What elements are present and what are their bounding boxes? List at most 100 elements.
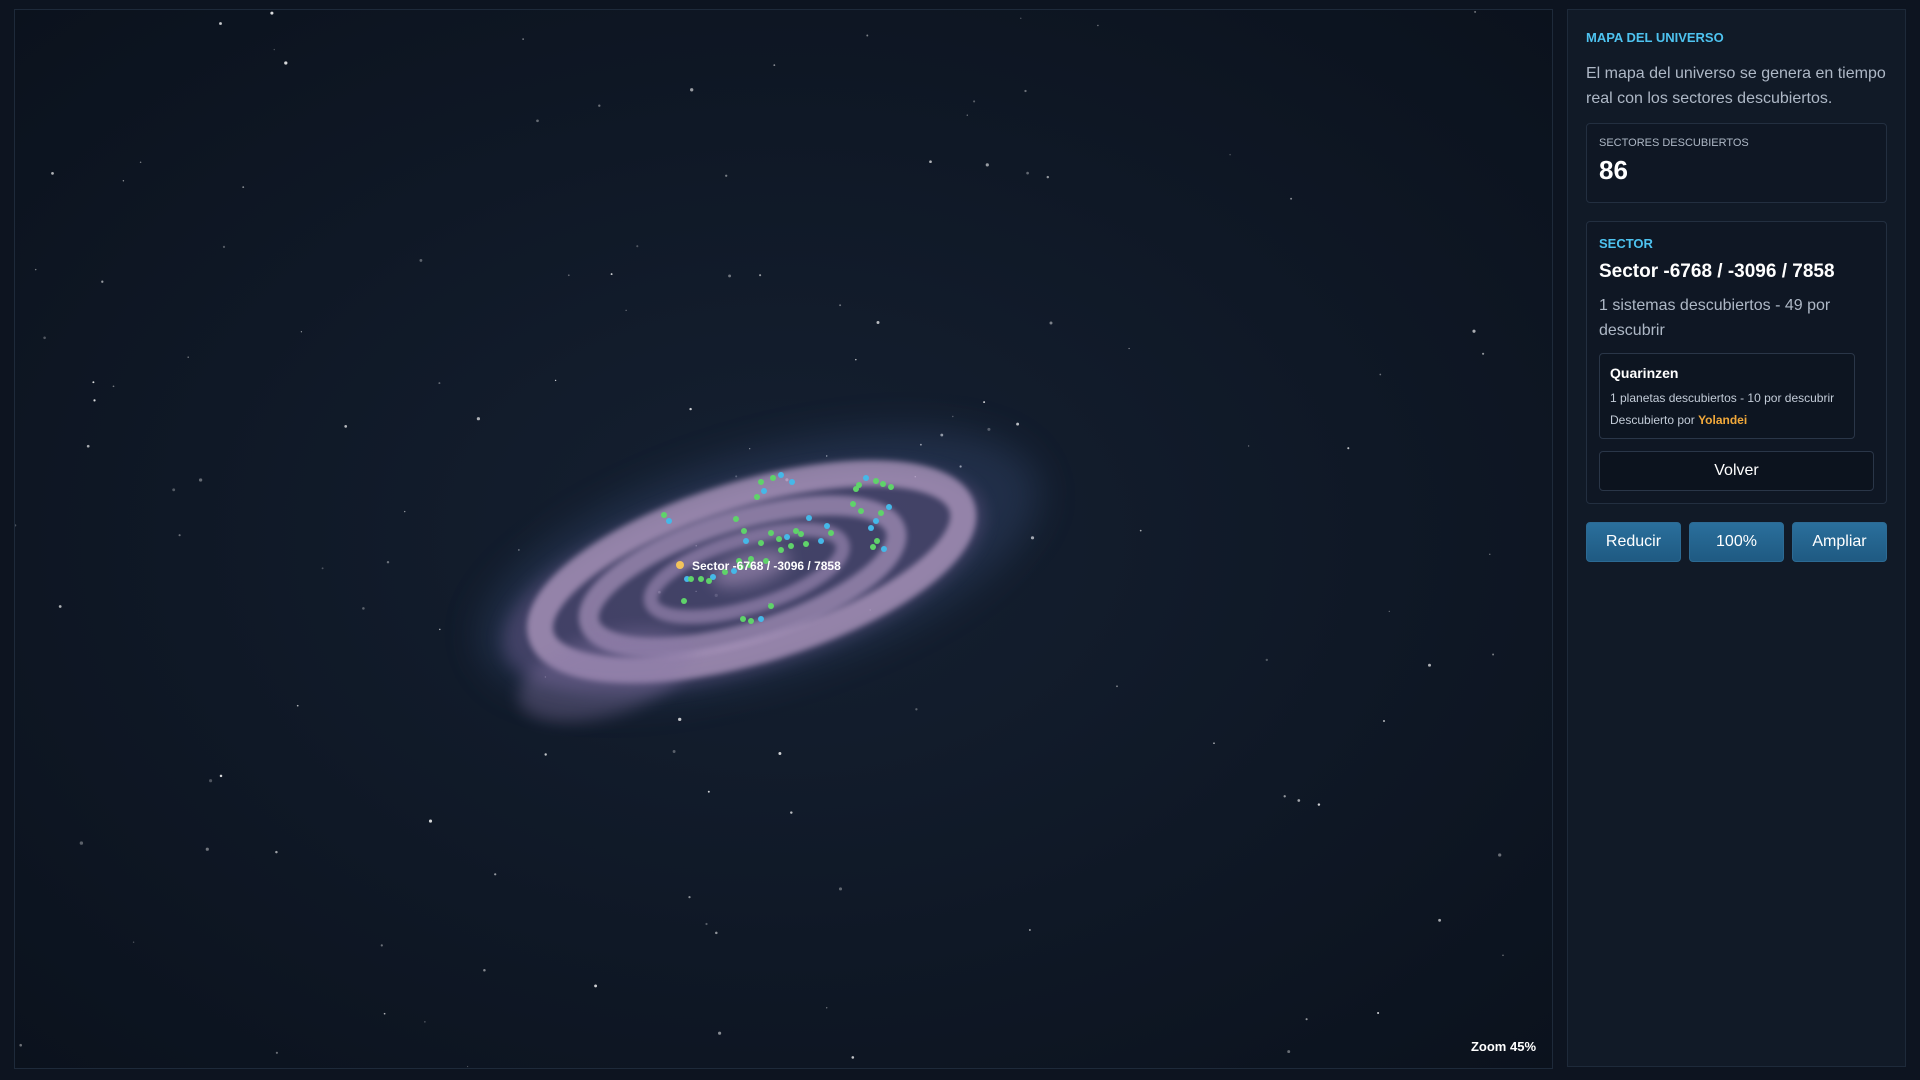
discoverer-name[interactable]: Yolandei: [1698, 413, 1747, 427]
star-system-dot[interactable]: [741, 528, 747, 534]
star-system-dot[interactable]: [788, 543, 794, 549]
selected-sector-marker[interactable]: Sector -6768 / -3096 / 7858: [676, 559, 841, 573]
star: [1472, 329, 1476, 333]
zoom-indicator: Zoom 45%: [1470, 1039, 1536, 1054]
zoom-out-button[interactable]: Reducir: [1586, 522, 1681, 562]
star: [1492, 653, 1495, 656]
star-system-dot[interactable]: [824, 523, 830, 529]
star: [826, 1007, 828, 1009]
star-system-dot[interactable]: [681, 598, 687, 604]
star-system-dot[interactable]: [870, 544, 876, 550]
star-system-dot[interactable]: [881, 546, 887, 552]
star: [610, 273, 613, 276]
sector-tag: SECTOR: [1599, 236, 1653, 251]
star: [242, 186, 245, 189]
star-system-dot[interactable]: [853, 486, 859, 492]
back-button[interactable]: Volver: [1599, 451, 1874, 491]
star-system-dot[interactable]: [874, 538, 880, 544]
star-system-dot[interactable]: [706, 578, 712, 584]
selected-sector-dot[interactable]: [676, 561, 684, 569]
star: [1287, 1050, 1291, 1054]
universe-map[interactable]: Sector -6768 / -3096 / 7858 Zoom 45%: [14, 9, 1553, 1069]
star: [209, 779, 213, 783]
star-system-dot[interactable]: [868, 525, 874, 531]
star-system-dot[interactable]: [789, 479, 795, 485]
star-system-dot[interactable]: [768, 603, 774, 609]
star-system-dot[interactable]: [758, 540, 764, 546]
star: [688, 896, 691, 899]
star: [275, 850, 278, 854]
star: [1297, 799, 1301, 802]
star-system-dot[interactable]: [768, 530, 774, 536]
star-system-dot[interactable]: [666, 518, 672, 524]
star: [790, 811, 793, 814]
star: [987, 427, 991, 431]
star-system-dot[interactable]: [743, 538, 749, 544]
star-system-dot[interactable]: [761, 488, 767, 494]
star-system-dot[interactable]: [758, 479, 764, 485]
star-system-dot[interactable]: [661, 512, 667, 518]
star: [428, 819, 433, 823]
star-system-dot[interactable]: [828, 530, 834, 536]
star-system-dot[interactable]: [748, 618, 754, 624]
star-system-dot[interactable]: [776, 536, 782, 542]
zoom-reset-button[interactable]: 100%: [1689, 522, 1784, 562]
star: [1438, 918, 1442, 922]
star-system-dot[interactable]: [850, 501, 856, 507]
star-system-dot[interactable]: [858, 508, 864, 514]
star: [1128, 347, 1130, 350]
star-system-dot[interactable]: [863, 475, 869, 481]
star: [851, 1056, 855, 1059]
star: [404, 510, 406, 513]
star: [838, 887, 843, 891]
star-system-dot[interactable]: [798, 531, 804, 537]
star: [715, 931, 718, 935]
star-system-dot[interactable]: [758, 616, 764, 622]
star: [929, 160, 932, 164]
star: [594, 984, 598, 988]
star-system-dot[interactable]: [888, 484, 894, 490]
star: [34, 268, 37, 271]
star: [522, 38, 524, 40]
star: [1139, 529, 1142, 532]
star-system-dot[interactable]: [878, 510, 884, 516]
star: [178, 534, 181, 537]
star: [1046, 175, 1050, 179]
star-system-dot[interactable]: [818, 538, 824, 544]
star: [707, 790, 710, 793]
star-system-dot[interactable]: [770, 475, 776, 481]
star-system-dot[interactable]: [778, 472, 784, 478]
star-system-dot[interactable]: [803, 541, 809, 547]
zoom-in-button[interactable]: Ampliar: [1792, 522, 1887, 562]
star: [86, 444, 90, 448]
star: [132, 941, 135, 943]
universe-map-canvas[interactable]: Sector -6768 / -3096 / 7858: [15, 10, 1552, 1068]
star-system-dot[interactable]: [886, 504, 892, 510]
star: [93, 399, 96, 402]
star-system-dot[interactable]: [754, 494, 760, 500]
star-system-dot[interactable]: [873, 478, 879, 484]
system-card[interactable]: Quarinzen 1 planetas descubiertos - 10 p…: [1599, 353, 1855, 439]
panel-description: El mapa del universo se genera en tiempo…: [1586, 65, 1886, 107]
star-system-dot[interactable]: [784, 534, 790, 540]
star: [362, 607, 365, 610]
star: [689, 407, 692, 411]
star-system-dot[interactable]: [880, 481, 886, 487]
star-system-dot[interactable]: [806, 515, 812, 521]
discovered-sectors-count: 86: [1599, 155, 1628, 185]
star: [1383, 720, 1385, 722]
star-system-dot[interactable]: [733, 516, 739, 522]
star: [19, 1043, 22, 1047]
star-system-dot[interactable]: [793, 528, 799, 534]
star: [321, 567, 324, 570]
star-system-dot[interactable]: [778, 547, 784, 553]
star: [494, 873, 497, 876]
star: [625, 309, 627, 311]
star-system-dot[interactable]: [688, 576, 694, 582]
star: [383, 1012, 386, 1015]
star-system-dot[interactable]: [740, 616, 746, 622]
star-system-dot[interactable]: [698, 576, 704, 582]
star: [536, 119, 539, 123]
star: [636, 245, 639, 248]
star-system-dot[interactable]: [873, 518, 879, 524]
